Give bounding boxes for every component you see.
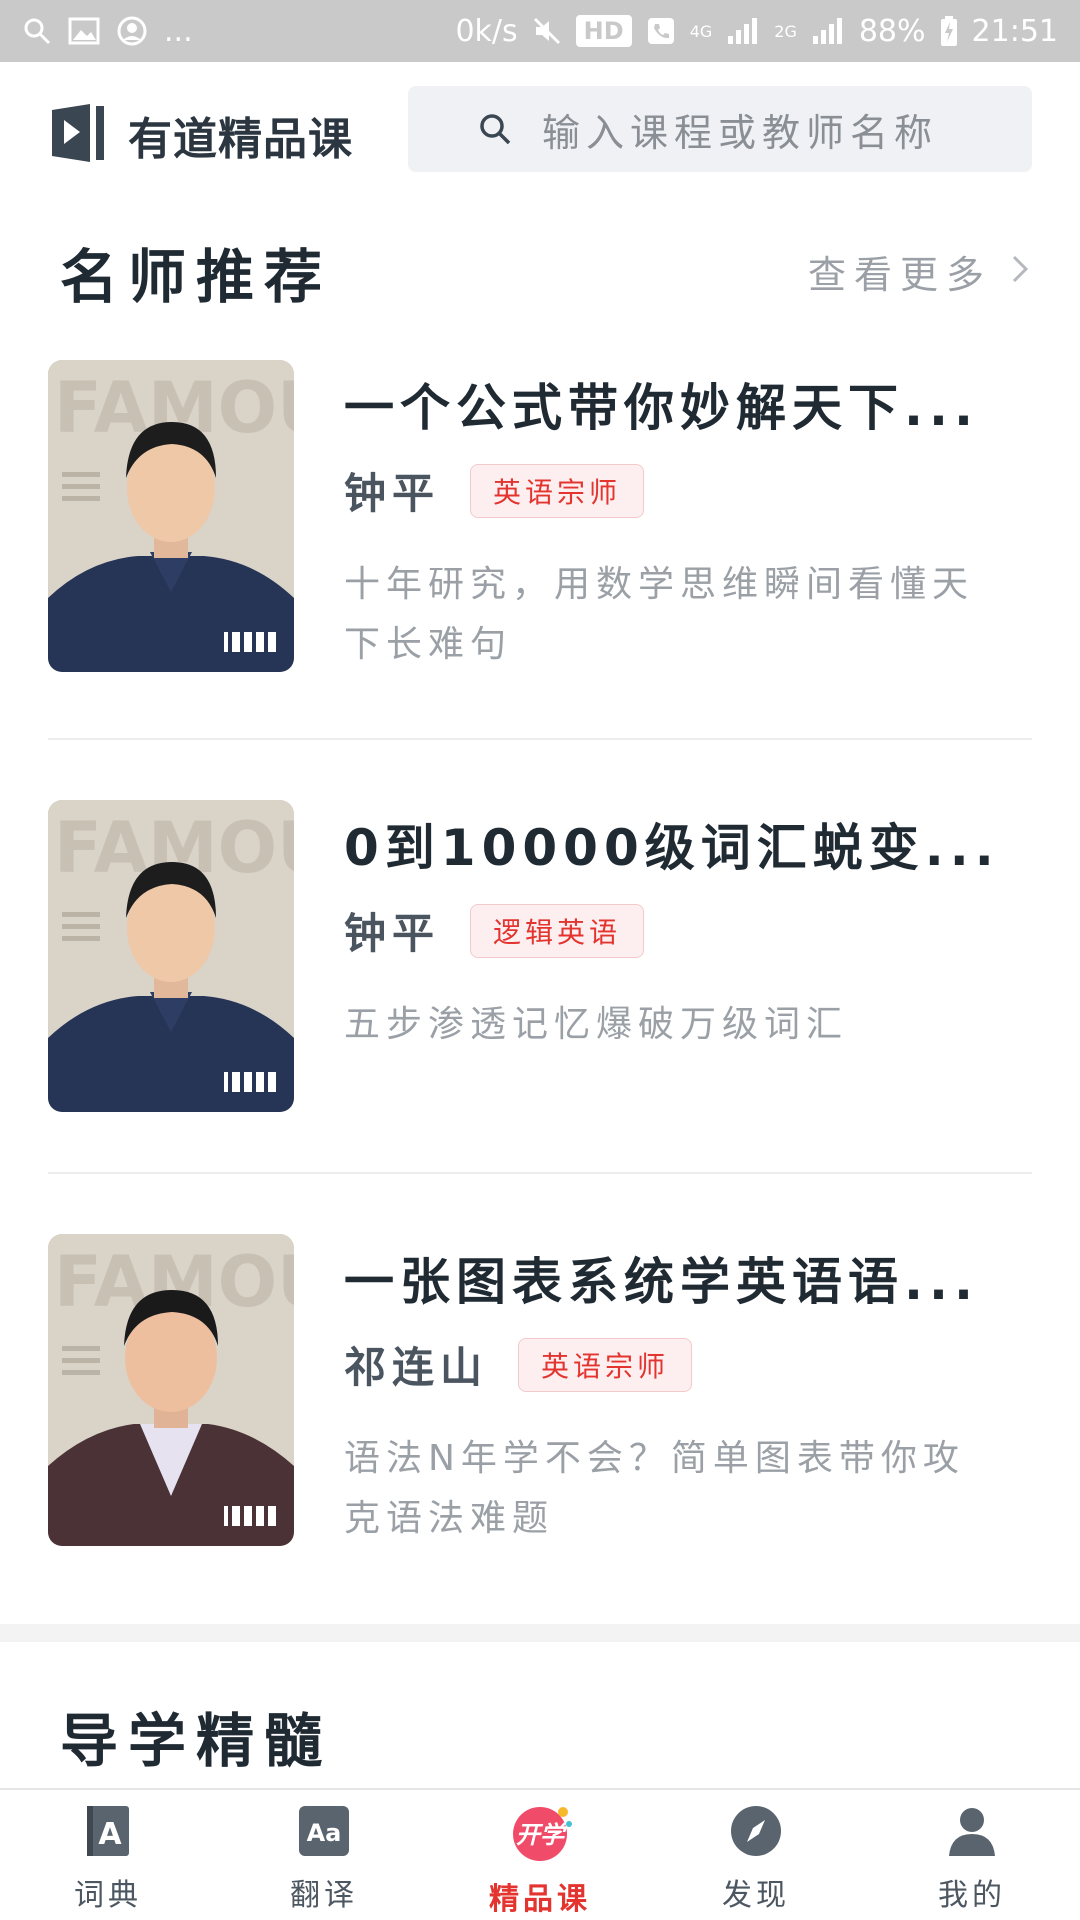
battery-percent: 88% [858,13,926,49]
mute-icon [532,16,562,46]
app-title: 有道精品课 [128,114,353,165]
network-type-2: 2G [774,21,797,41]
teacher-line: 钟平 逻辑英语 [344,900,1032,961]
clock: 21:51 [971,13,1058,49]
status-ellipsis: ... [164,13,193,49]
svg-text:A: A [98,1817,122,1852]
section-title: 导学精髓 [60,1707,333,1775]
course-description-line: 克语法难题 [344,1498,555,1539]
nav-label: 我的 [938,1878,1006,1913]
svg-text:Aa: Aa [307,1819,342,1847]
course-card[interactable]: FAMOUS 一个公式带你妙解天下... 钟平 英语宗师 十年研究，用数学思维瞬… [48,360,1032,680]
app-logo: 有道精品课 [48,102,353,168]
chevron-right-icon [1010,250,1030,294]
battery-icon [940,15,958,47]
section-header: 名师推荐 查看更多 [0,220,1080,320]
nav-item-discover[interactable]: 发现 [648,1790,864,1920]
network-type: 4G [689,21,713,41]
section-separator [0,1624,1080,1642]
compass-icon [729,1804,783,1862]
status-bar: ... 0k/s HD 4G 2G 88% 21:51 [0,0,1080,62]
teacher-photo: FAMOUS [48,800,294,1112]
phone-icon [646,16,676,46]
course-description-line: 语法N年学不会？简单图表带你攻 [344,1438,965,1479]
teacher-line: 祁连山 英语宗师 [344,1334,1032,1395]
course-card[interactable]: FAMOUS 0到10000级词汇蜕变... 钟平 逻辑英语 五步渗透记忆爆破万… [48,800,1032,1120]
teacher-name: 钟平 [344,909,441,958]
teacher-line: 钟平 英语宗师 [344,460,1032,521]
app-header: 有道精品课 输入课程或教师名称 [0,62,1080,192]
teacher-name: 祁连山 [344,1343,489,1392]
course-title: 一张图表系统学英语语... [344,1253,979,1311]
nav-label: 词典 [74,1878,142,1913]
bottom-nav: A 词典 Aa 翻译 开学 精品课 发现 我的 [0,1788,1080,1920]
video-logo-icon [48,102,110,168]
nav-label: 发现 [722,1878,790,1913]
view-more-label: 查看更多 [807,253,992,297]
teacher-tag: 逻辑英语 [470,903,645,958]
course-title: 0到10000级词汇蜕变... [344,819,1000,877]
nav-item-profile[interactable]: 我的 [864,1790,1080,1920]
teacher-tag: 英语宗师 [470,463,645,518]
course-description: 语法N年学不会？简单图表带你攻 克语法难题 [344,1429,1032,1549]
section-title: 名师推荐 [60,243,333,311]
course-description: 五步渗透记忆爆破万级词汇 [344,995,1032,1055]
user-icon [945,1804,999,1862]
image-icon [68,17,100,45]
course-info: 一个公式带你妙解天下... 钟平 英语宗师 十年研究，用数学思维瞬间看懂天 下长… [344,360,1032,675]
dictionary-icon: A [83,1804,133,1862]
course-description: 十年研究，用数学思维瞬间看懂天 下长难句 [344,555,1032,675]
course-description-line: 十年研究，用数学思维瞬间看懂天 [344,564,975,605]
course-description-line: 下长难句 [344,624,513,665]
nav-label: 翻译 [290,1878,358,1913]
search-icon [22,16,52,46]
nav-item-dictionary[interactable]: A 词典 [0,1790,216,1920]
teacher-photo: FAMOUS [48,1234,294,1546]
nav-label: 精品课 [489,1882,591,1917]
search-input[interactable]: 输入课程或教师名称 [408,86,1032,172]
view-more-link[interactable]: 查看更多 [808,244,1030,299]
search-icon [478,112,512,150]
teacher-photo: FAMOUS [48,360,294,672]
network-speed: 0k/s [455,13,518,49]
kaixue-icon: 开学 [505,1804,575,1866]
nav-item-premium-courses[interactable]: 开学 精品课 [432,1790,648,1920]
course-info: 一张图表系统学英语语... 祁连山 英语宗师 语法N年学不会？简单图表带你攻 克… [344,1234,1032,1549]
divider [48,738,1032,740]
course-card[interactable]: FAMOUS 一张图表系统学英语语... 祁连山 英语宗师 语法N年学不会？简单… [48,1234,1032,1554]
course-description-line: 五步渗透记忆爆破万级词汇 [344,1004,849,1045]
translate-icon: Aa [297,1804,351,1862]
teacher-name: 钟平 [344,469,441,518]
course-info: 0到10000级词汇蜕变... 钟平 逻辑英语 五步渗透记忆爆破万级词汇 [344,800,1032,1055]
kaixue-badge-text: 开学 [516,1821,567,1849]
course-title: 一个公式带你妙解天下... [344,379,979,437]
teacher-tag: 英语宗师 [518,1337,693,1392]
divider [48,1172,1032,1174]
signal-icon [726,16,760,46]
hd-badge: HD [575,15,632,47]
nav-item-translate[interactable]: Aa 翻译 [216,1790,432,1920]
search-placeholder: 输入课程或教师名称 [542,110,939,155]
signal-icon [811,16,845,46]
account-icon [116,15,148,47]
